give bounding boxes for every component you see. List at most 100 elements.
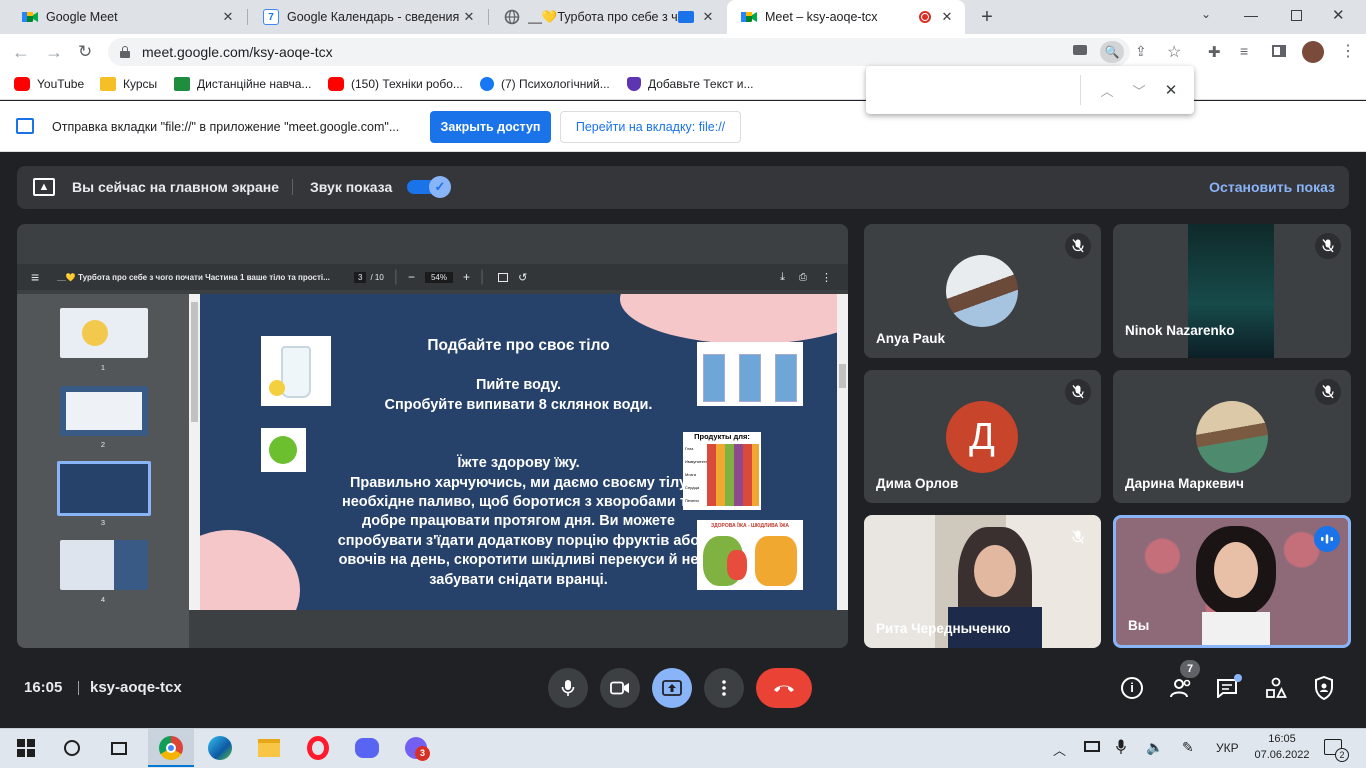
more-options-icon[interactable]: ⋮ [821, 271, 832, 284]
page-number-input[interactable]: 3 [354, 271, 367, 283]
stop-presenting-button[interactable]: Остановить показ [1209, 179, 1335, 195]
thumbnail-page-2[interactable] [60, 386, 148, 436]
find-input[interactable] [866, 66, 1080, 114]
zoom-out-icon[interactable]: − [408, 270, 415, 284]
participant-tile[interactable]: Рита Чередныченко [864, 515, 1101, 648]
bookmark-star-icon[interactable]: ☆ [1167, 42, 1181, 62]
people-icon[interactable] [1168, 677, 1194, 699]
zoom-icon[interactable]: 🔍 [1100, 41, 1124, 63]
participant-tile[interactable]: Д Дима Орлов [864, 370, 1101, 503]
tab-google-calendar[interactable]: 7 Google Календарь - сведения о ✕ [249, 0, 487, 34]
bookmark-kursy[interactable]: Курсы [100, 74, 157, 94]
tab-search-chevron-icon[interactable]: ⌄ [1196, 7, 1216, 21]
tab-title: Google Календарь - сведения о [287, 10, 461, 24]
calendar-icon: 7 [263, 9, 279, 25]
participant-video [1196, 526, 1276, 645]
thumbnail-page-4[interactable] [60, 540, 148, 590]
fit-page-icon[interactable] [498, 272, 509, 282]
thumbnail-page-1[interactable] [60, 308, 148, 358]
reload-icon[interactable]: ↻ [78, 42, 92, 62]
windows-start-icon[interactable] [12, 734, 40, 762]
language-indicator[interactable]: УКР [1216, 741, 1239, 755]
battery-icon[interactable] [1084, 741, 1100, 752]
thumbnail-page-3-selected[interactable] [57, 461, 151, 516]
tab-pdf-document[interactable]: __💛Турбота про себе з чо ✕ [490, 0, 726, 34]
profile-avatar[interactable] [1302, 41, 1324, 63]
lock-icon [120, 46, 130, 58]
media-control-icon[interactable]: ≡ [1240, 43, 1248, 59]
close-icon[interactable]: ✕ [700, 9, 716, 25]
meeting-details-icon[interactable]: i [1121, 677, 1143, 699]
stop-sharing-button[interactable]: Закрыть доступ [430, 111, 551, 143]
mic-muted-icon [1315, 379, 1341, 405]
participant-tile[interactable]: Ninok Nazarenko [1113, 224, 1351, 358]
back-arrow-icon[interactable]: ← [12, 42, 30, 63]
restore-button[interactable] [1291, 10, 1302, 21]
go-to-tab-button[interactable]: Перейти на вкладку: file:// [560, 111, 741, 143]
file-explorer-icon[interactable] [255, 734, 283, 762]
rotate-icon[interactable]: ↺ [518, 271, 527, 284]
find-previous-icon[interactable]: ︿ [1091, 81, 1123, 100]
microphone-tray-icon[interactable] [1116, 739, 1126, 755]
products-title: Продукты для: [694, 432, 750, 441]
discord-icon[interactable] [353, 734, 381, 762]
opera-icon[interactable] [304, 734, 332, 762]
close-icon[interactable]: ✕ [220, 9, 236, 25]
present-now-button[interactable] [652, 668, 692, 708]
task-view-icon[interactable] [105, 734, 133, 762]
pdf-scroll-track[interactable] [189, 294, 200, 610]
tab-meet-active[interactable]: Meet – ksy-aoqe-tcx ✕ [727, 0, 965, 34]
activities-icon[interactable] [1265, 677, 1287, 699]
minimize-button[interactable] [1244, 16, 1258, 17]
bookmark-add-text[interactable]: Добавьте Текст и... [627, 74, 754, 94]
find-bar: ︿ ﹀ ✕ [866, 66, 1194, 114]
sharing-tab-icon [678, 11, 694, 23]
chat-notification-dot [1234, 674, 1242, 682]
tray-chevron-icon[interactable]: ︿ [1053, 740, 1066, 759]
close-icon[interactable]: ✕ [939, 9, 955, 25]
pen-icon[interactable]: ✎ [1182, 739, 1194, 756]
mic-muted-icon [1065, 379, 1091, 405]
mic-muted-icon [1315, 233, 1341, 259]
new-tab-button[interactable]: + [976, 6, 998, 28]
bookmark-youtube[interactable]: YouTube [14, 74, 84, 94]
bookmark-distance-learning[interactable]: Дистанційне навча... [174, 74, 311, 94]
find-next-icon[interactable]: ﹀ [1123, 81, 1155, 100]
clock-time[interactable]: 16:05 [1258, 733, 1306, 745]
print-icon[interactable]: ⎙ [799, 272, 807, 283]
forward-arrow-icon[interactable]: → [45, 42, 63, 63]
bookmark-psychology[interactable]: (7) Психологічний... [480, 74, 610, 94]
address-bar[interactable]: meet.google.com/ksy-aoqe-tcx [108, 38, 1130, 66]
microphone-button[interactable] [548, 668, 588, 708]
side-panel-icon[interactable] [1272, 45, 1286, 57]
volume-icon[interactable]: 🔈 [1146, 739, 1163, 756]
extensions-puzzle-icon[interactable]: ✚ [1208, 43, 1221, 61]
zoom-level-input[interactable]: 54% [424, 271, 453, 283]
tab-google-meet[interactable]: Google Meet ✕ [8, 0, 246, 34]
window-close-button[interactable]: ✕ [1332, 6, 1345, 24]
clock-date[interactable]: 07.06.2022 [1252, 749, 1312, 761]
menu-dots-icon[interactable]: ⋮ [1340, 41, 1356, 61]
zoom-in-icon[interactable]: + [463, 270, 470, 284]
presentation-sound-toggle[interactable]: ✓ [407, 176, 451, 198]
more-options-button[interactable] [704, 668, 744, 708]
search-icon[interactable] [58, 734, 86, 762]
edge-icon[interactable] [206, 734, 234, 762]
self-view-tile[interactable]: Вы [1113, 515, 1351, 648]
page-scrollbar[interactable] [837, 294, 848, 610]
participant-tile[interactable]: Дарина Маркевич [1113, 370, 1351, 503]
host-controls-icon[interactable] [1314, 675, 1334, 701]
leave-call-button[interactable] [756, 668, 812, 708]
bookmark-techniques[interactable]: (150) Техніки робо... [328, 74, 463, 94]
participant-tile[interactable]: Anya Pauk [864, 224, 1101, 358]
share-page-icon[interactable]: ⇪ [1135, 43, 1147, 60]
download-icon[interactable]: ⤓ [780, 271, 785, 284]
close-icon[interactable]: ✕ [461, 9, 477, 25]
camera-button[interactable] [600, 668, 640, 708]
camera-icon[interactable] [1073, 45, 1087, 55]
participant-name: Дима Орлов [876, 476, 959, 491]
notification-count-badge: 2 [1335, 748, 1349, 762]
find-close-icon[interactable]: ✕ [1155, 81, 1187, 99]
chrome-icon[interactable] [157, 734, 185, 762]
menu-hamburger-icon[interactable]: ≡ [31, 269, 45, 285]
